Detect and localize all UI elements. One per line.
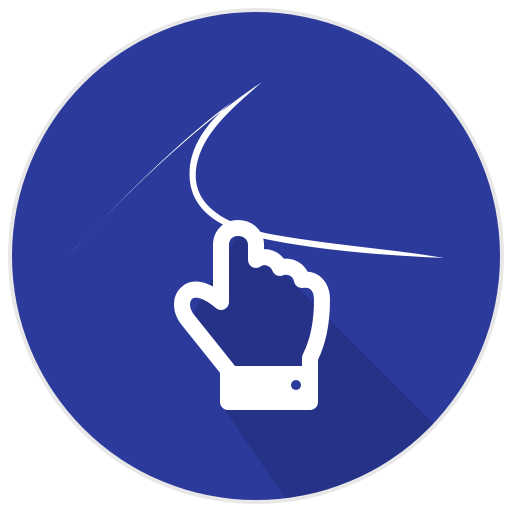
app-icon[interactable] <box>0 0 512 512</box>
swipe-app-icon <box>8 8 504 504</box>
